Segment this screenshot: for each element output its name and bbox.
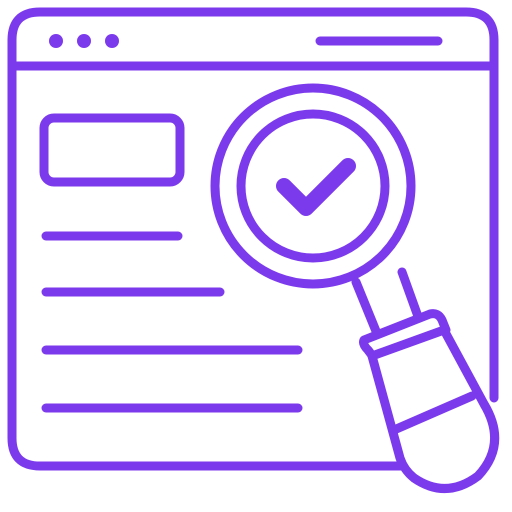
- window-dots-icon: [49, 34, 119, 48]
- content-block-icon: [39, 113, 185, 187]
- website-audit-icon: [0, 0, 512, 512]
- window-dot: [49, 34, 63, 48]
- window-dot: [77, 34, 91, 48]
- window-dot: [105, 34, 119, 48]
- magnifying-glass-icon: [210, 83, 500, 493]
- website-audit-svg: [7, 7, 500, 493]
